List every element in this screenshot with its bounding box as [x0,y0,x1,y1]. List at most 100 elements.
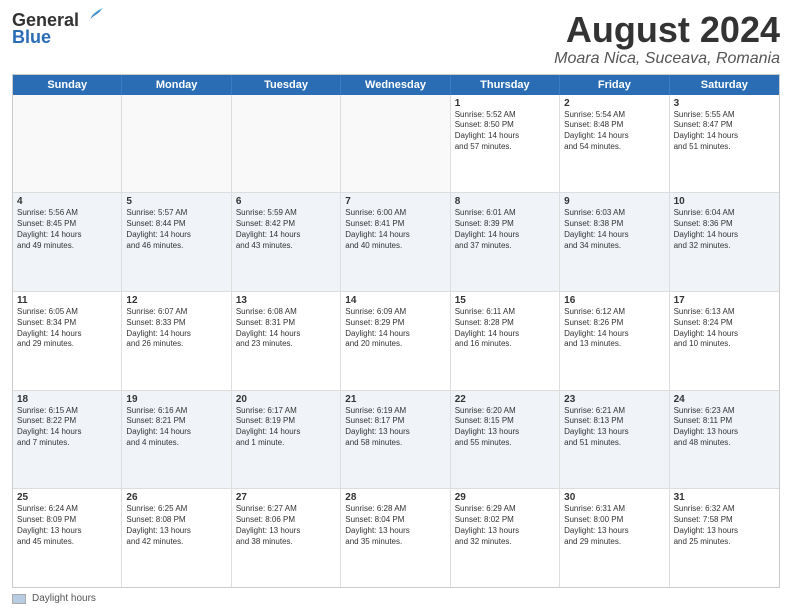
cell-sun-info: Sunrise: 6:05 AM Sunset: 8:34 PM Dayligh… [17,307,117,350]
day-number: 25 [17,492,117,503]
cal-cell-1-6: 2Sunrise: 5:54 AM Sunset: 8:48 PM Daylig… [560,95,669,193]
day-number: 27 [236,492,336,503]
cell-sun-info: Sunrise: 5:57 AM Sunset: 8:44 PM Dayligh… [126,208,226,251]
day-number: 29 [455,492,555,503]
cell-sun-info: Sunrise: 6:28 AM Sunset: 8:04 PM Dayligh… [345,504,445,547]
day-number: 3 [674,98,775,109]
logo-blue: Blue [12,28,103,46]
day-number: 28 [345,492,445,503]
main-title: August 2024 [554,10,780,50]
cell-sun-info: Sunrise: 6:29 AM Sunset: 8:02 PM Dayligh… [455,504,555,547]
logo-bird-icon [81,8,103,30]
cal-week-5: 25Sunrise: 6:24 AM Sunset: 8:09 PM Dayli… [13,489,779,587]
day-number: 2 [564,98,664,109]
day-number: 31 [674,492,775,503]
cal-week-3: 11Sunrise: 6:05 AM Sunset: 8:34 PM Dayli… [13,292,779,391]
cell-sun-info: Sunrise: 6:03 AM Sunset: 8:38 PM Dayligh… [564,208,664,251]
cal-cell-4-7: 24Sunrise: 6:23 AM Sunset: 8:11 PM Dayli… [670,391,779,489]
cal-cell-5-2: 26Sunrise: 6:25 AM Sunset: 8:08 PM Dayli… [122,489,231,587]
cell-sun-info: Sunrise: 6:15 AM Sunset: 8:22 PM Dayligh… [17,406,117,449]
calendar-header: SundayMondayTuesdayWednesdayThursdayFrid… [13,75,779,95]
cal-cell-3-3: 13Sunrise: 6:08 AM Sunset: 8:31 PM Dayli… [232,292,341,390]
day-number: 8 [455,196,555,207]
day-number: 14 [345,295,445,306]
cal-week-1: 1Sunrise: 5:52 AM Sunset: 8:50 PM Daylig… [13,95,779,194]
cal-cell-4-1: 18Sunrise: 6:15 AM Sunset: 8:22 PM Dayli… [13,391,122,489]
day-number: 23 [564,394,664,405]
legend-box [12,594,26,604]
day-number: 9 [564,196,664,207]
cal-header-sunday: Sunday [13,75,122,95]
cell-sun-info: Sunrise: 5:52 AM Sunset: 8:50 PM Dayligh… [455,110,555,153]
cell-sun-info: Sunrise: 6:09 AM Sunset: 8:29 PM Dayligh… [345,307,445,350]
day-number: 10 [674,196,775,207]
cal-cell-1-1 [13,95,122,193]
cal-cell-1-4 [341,95,450,193]
day-number: 6 [236,196,336,207]
logo: General Blue [12,10,103,46]
day-number: 21 [345,394,445,405]
cal-cell-4-4: 21Sunrise: 6:19 AM Sunset: 8:17 PM Dayli… [341,391,450,489]
cal-cell-1-7: 3Sunrise: 5:55 AM Sunset: 8:47 PM Daylig… [670,95,779,193]
cal-header-monday: Monday [122,75,231,95]
cal-cell-4-3: 20Sunrise: 6:17 AM Sunset: 8:19 PM Dayli… [232,391,341,489]
cal-cell-3-7: 17Sunrise: 6:13 AM Sunset: 8:24 PM Dayli… [670,292,779,390]
cell-sun-info: Sunrise: 6:08 AM Sunset: 8:31 PM Dayligh… [236,307,336,350]
day-number: 19 [126,394,226,405]
cal-cell-3-6: 16Sunrise: 6:12 AM Sunset: 8:26 PM Dayli… [560,292,669,390]
day-number: 7 [345,196,445,207]
cal-cell-5-1: 25Sunrise: 6:24 AM Sunset: 8:09 PM Dayli… [13,489,122,587]
day-number: 20 [236,394,336,405]
cell-sun-info: Sunrise: 6:23 AM Sunset: 8:11 PM Dayligh… [674,406,775,449]
cell-sun-info: Sunrise: 6:25 AM Sunset: 8:08 PM Dayligh… [126,504,226,547]
cal-cell-5-7: 31Sunrise: 6:32 AM Sunset: 7:58 PM Dayli… [670,489,779,587]
cal-cell-2-2: 5Sunrise: 5:57 AM Sunset: 8:44 PM Daylig… [122,193,231,291]
cal-cell-1-5: 1Sunrise: 5:52 AM Sunset: 8:50 PM Daylig… [451,95,560,193]
cell-sun-info: Sunrise: 6:31 AM Sunset: 8:00 PM Dayligh… [564,504,664,547]
cal-cell-2-4: 7Sunrise: 6:00 AM Sunset: 8:41 PM Daylig… [341,193,450,291]
cal-cell-1-3 [232,95,341,193]
cal-header-tuesday: Tuesday [232,75,341,95]
cal-cell-5-3: 27Sunrise: 6:27 AM Sunset: 8:06 PM Dayli… [232,489,341,587]
cal-cell-4-6: 23Sunrise: 6:21 AM Sunset: 8:13 PM Dayli… [560,391,669,489]
title-block: August 2024 Moara Nica, Suceava, Romania [554,10,780,68]
cell-sun-info: Sunrise: 5:56 AM Sunset: 8:45 PM Dayligh… [17,208,117,251]
cell-sun-info: Sunrise: 6:12 AM Sunset: 8:26 PM Dayligh… [564,307,664,350]
cal-cell-2-5: 8Sunrise: 6:01 AM Sunset: 8:39 PM Daylig… [451,193,560,291]
cal-cell-5-6: 30Sunrise: 6:31 AM Sunset: 8:00 PM Dayli… [560,489,669,587]
day-number: 30 [564,492,664,503]
cell-sun-info: Sunrise: 6:19 AM Sunset: 8:17 PM Dayligh… [345,406,445,449]
cell-sun-info: Sunrise: 6:17 AM Sunset: 8:19 PM Dayligh… [236,406,336,449]
day-number: 26 [126,492,226,503]
day-number: 15 [455,295,555,306]
cal-cell-4-2: 19Sunrise: 6:16 AM Sunset: 8:21 PM Dayli… [122,391,231,489]
cell-sun-info: Sunrise: 6:07 AM Sunset: 8:33 PM Dayligh… [126,307,226,350]
cal-header-wednesday: Wednesday [341,75,450,95]
cell-sun-info: Sunrise: 6:32 AM Sunset: 7:58 PM Dayligh… [674,504,775,547]
cal-week-4: 18Sunrise: 6:15 AM Sunset: 8:22 PM Dayli… [13,391,779,490]
cell-sun-info: Sunrise: 5:59 AM Sunset: 8:42 PM Dayligh… [236,208,336,251]
cal-cell-2-6: 9Sunrise: 6:03 AM Sunset: 8:38 PM Daylig… [560,193,669,291]
cell-sun-info: Sunrise: 6:16 AM Sunset: 8:21 PM Dayligh… [126,406,226,449]
day-number: 17 [674,295,775,306]
cell-sun-info: Sunrise: 5:54 AM Sunset: 8:48 PM Dayligh… [564,110,664,153]
cell-sun-info: Sunrise: 6:00 AM Sunset: 8:41 PM Dayligh… [345,208,445,251]
day-number: 24 [674,394,775,405]
subtitle: Moara Nica, Suceava, Romania [554,50,780,68]
cal-cell-4-5: 22Sunrise: 6:20 AM Sunset: 8:15 PM Dayli… [451,391,560,489]
cal-header-thursday: Thursday [451,75,560,95]
day-number: 13 [236,295,336,306]
page: General Blue August 2024 Moara Nica, Suc… [0,0,792,612]
day-number: 1 [455,98,555,109]
day-number: 22 [455,394,555,405]
cal-cell-2-7: 10Sunrise: 6:04 AM Sunset: 8:36 PM Dayli… [670,193,779,291]
cell-sun-info: Sunrise: 6:21 AM Sunset: 8:13 PM Dayligh… [564,406,664,449]
day-number: 5 [126,196,226,207]
day-number: 18 [17,394,117,405]
cell-sun-info: Sunrise: 6:01 AM Sunset: 8:39 PM Dayligh… [455,208,555,251]
cal-cell-3-1: 11Sunrise: 6:05 AM Sunset: 8:34 PM Dayli… [13,292,122,390]
cal-cell-3-5: 15Sunrise: 6:11 AM Sunset: 8:28 PM Dayli… [451,292,560,390]
cell-sun-info: Sunrise: 6:27 AM Sunset: 8:06 PM Dayligh… [236,504,336,547]
cal-cell-2-3: 6Sunrise: 5:59 AM Sunset: 8:42 PM Daylig… [232,193,341,291]
day-number: 16 [564,295,664,306]
